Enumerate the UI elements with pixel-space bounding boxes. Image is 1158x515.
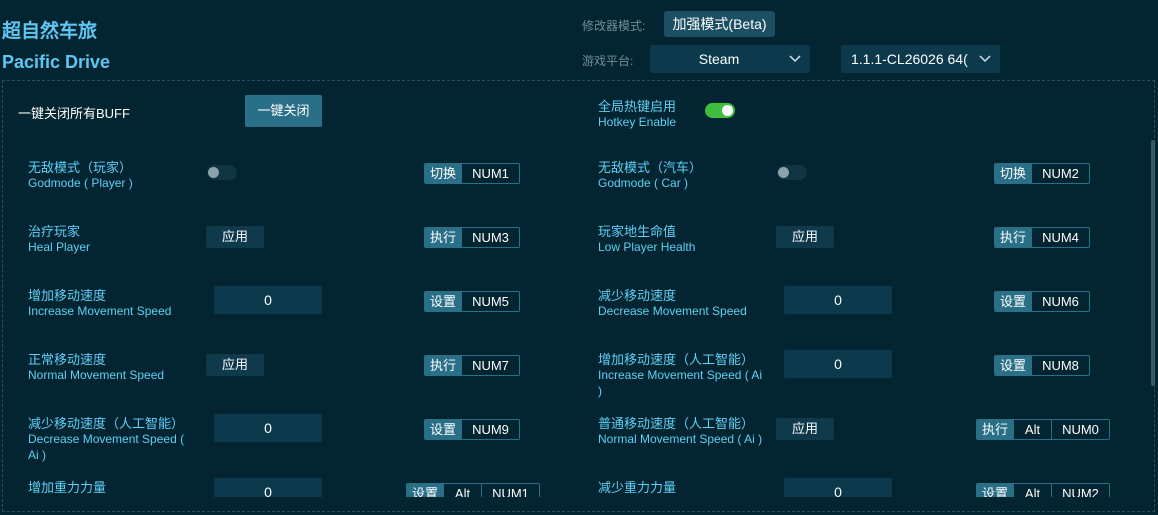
value-input[interactable]: 0 [214,414,322,442]
hotkey-group[interactable]: 设置 Alt NUM2 [976,483,1110,497]
cheat-name-en: Heal Player [28,240,91,254]
hotkey-group[interactable]: 设置 NUM5 [424,291,520,312]
cheat-name-cn: 正常移动速度 [28,352,107,367]
value-input[interactable]: 0 [784,350,892,378]
hotkey-group[interactable]: 设置 NUM6 [994,291,1090,312]
cheat-name-cn: 增加移动速度（人工智能） [598,352,755,367]
cheat-name-cn: 增加重力力量 [28,480,107,495]
hotkey-group[interactable]: 执行 NUM4 [994,227,1090,248]
hotkey-key[interactable]: NUM1 [481,484,539,497]
value-input[interactable]: 0 [214,478,322,497]
value-input[interactable]: 0 [214,286,322,314]
hotkey-key[interactable]: NUM7 [461,356,519,375]
cheat-name-en: Increase Movement Speed ( Ai ) [598,368,763,398]
toggle-knob [208,167,219,178]
hotkey-group[interactable]: 执行 NUM7 [424,355,520,376]
hotkey-key[interactable]: NUM9 [461,420,519,439]
value-input[interactable]: 0 [784,286,892,314]
hotkey-group[interactable]: 切换 NUM1 [424,163,520,184]
cheat-name-en: Decrease Movement Speed [598,304,747,318]
apply-button[interactable]: 应用 [206,226,264,248]
cheat-name-cn: 减少重力力量 [598,480,677,495]
apply-button[interactable]: 应用 [776,226,834,248]
hotkey-group[interactable]: 设置 NUM9 [424,419,520,440]
cheat-name-en: Low Player Health [598,240,696,254]
hotkey-action[interactable]: 执行 [425,228,462,247]
cheat-name-en: Normal Movement Speed [28,368,165,382]
hotkey-key[interactable]: Alt [1013,420,1051,439]
cheat-name-cn: 治疗玩家 [28,224,81,239]
hotkey-key[interactable]: NUM2 [1031,164,1089,183]
hotkey-key[interactable]: NUM5 [461,292,519,311]
cheat-name-en: Decrease Movement Speed ( Ai ) [28,432,185,462]
apply-button[interactable]: 应用 [776,418,834,440]
hotkey-key[interactable]: Alt [443,484,481,497]
apply-button[interactable]: 应用 [206,354,264,376]
cheat-name-en: Godmode ( Player ) [28,176,133,190]
cheat-name-cn: 减少移动速度（人工智能） [28,416,185,431]
cheat-name-cn: 无敌模式（汽车） [598,160,703,175]
hotkey-action[interactable]: 设置 [977,484,1014,497]
hotkey-action[interactable]: 设置 [425,292,462,311]
cheat-name-cn: 无敌模式（玩家） [28,160,133,175]
hotkey-action[interactable]: 执行 [995,228,1032,247]
hotkey-action[interactable]: 执行 [425,356,462,375]
cheat-name-en: Increase Movement Speed [28,304,172,318]
hotkey-key[interactable]: NUM6 [1031,292,1089,311]
hotkey-group[interactable]: 切换 NUM2 [994,163,1090,184]
hotkey-action[interactable]: 切换 [425,164,462,183]
cheat-name-cn: 减少移动速度 [598,288,677,303]
hotkey-key[interactable]: NUM4 [1031,228,1089,247]
hotkey-key[interactable]: NUM0 [1051,420,1109,439]
hotkey-group[interactable]: 执行 Alt NUM0 [976,419,1110,440]
hotkey-action[interactable]: 设置 [995,292,1032,311]
cheat-toggle[interactable] [207,165,237,180]
value-input[interactable]: 0 [784,478,892,497]
hotkey-action[interactable]: 设置 [425,420,462,439]
cheat-list: 无敌模式（玩家） Godmode ( Player ) 切换 NUM1 无敌模式（汽车）… [0,0,1158,497]
hotkey-group[interactable]: 设置 NUM8 [994,355,1090,376]
cheat-name-cn: 增加移动速度 [28,288,107,303]
hotkey-group[interactable]: 设置 Alt NUM1 [406,483,540,497]
hotkey-key[interactable]: NUM3 [461,228,519,247]
hotkey-group[interactable]: 执行 NUM3 [424,227,520,248]
cheat-toggle[interactable] [777,165,807,180]
hotkey-action[interactable]: 切换 [995,164,1032,183]
toggle-knob [778,167,789,178]
hotkey-key[interactable]: NUM2 [1051,484,1109,497]
cheat-name-cn: 普通移动速度（人工智能） [598,416,755,431]
hotkey-key[interactable]: NUM1 [461,164,519,183]
hotkey-action[interactable]: 设置 [407,484,444,497]
cheat-name-en: Godmode ( Car ) [598,176,689,190]
hotkey-key[interactable]: NUM8 [1031,356,1089,375]
hotkey-key[interactable]: Alt [1013,484,1051,497]
cheat-name-en: Normal Movement Speed ( Ai ) [598,432,763,446]
cheat-name-cn: 玩家地生命值 [598,224,677,239]
hotkey-action[interactable]: 设置 [995,356,1032,375]
hotkey-action[interactable]: 执行 [977,420,1014,439]
